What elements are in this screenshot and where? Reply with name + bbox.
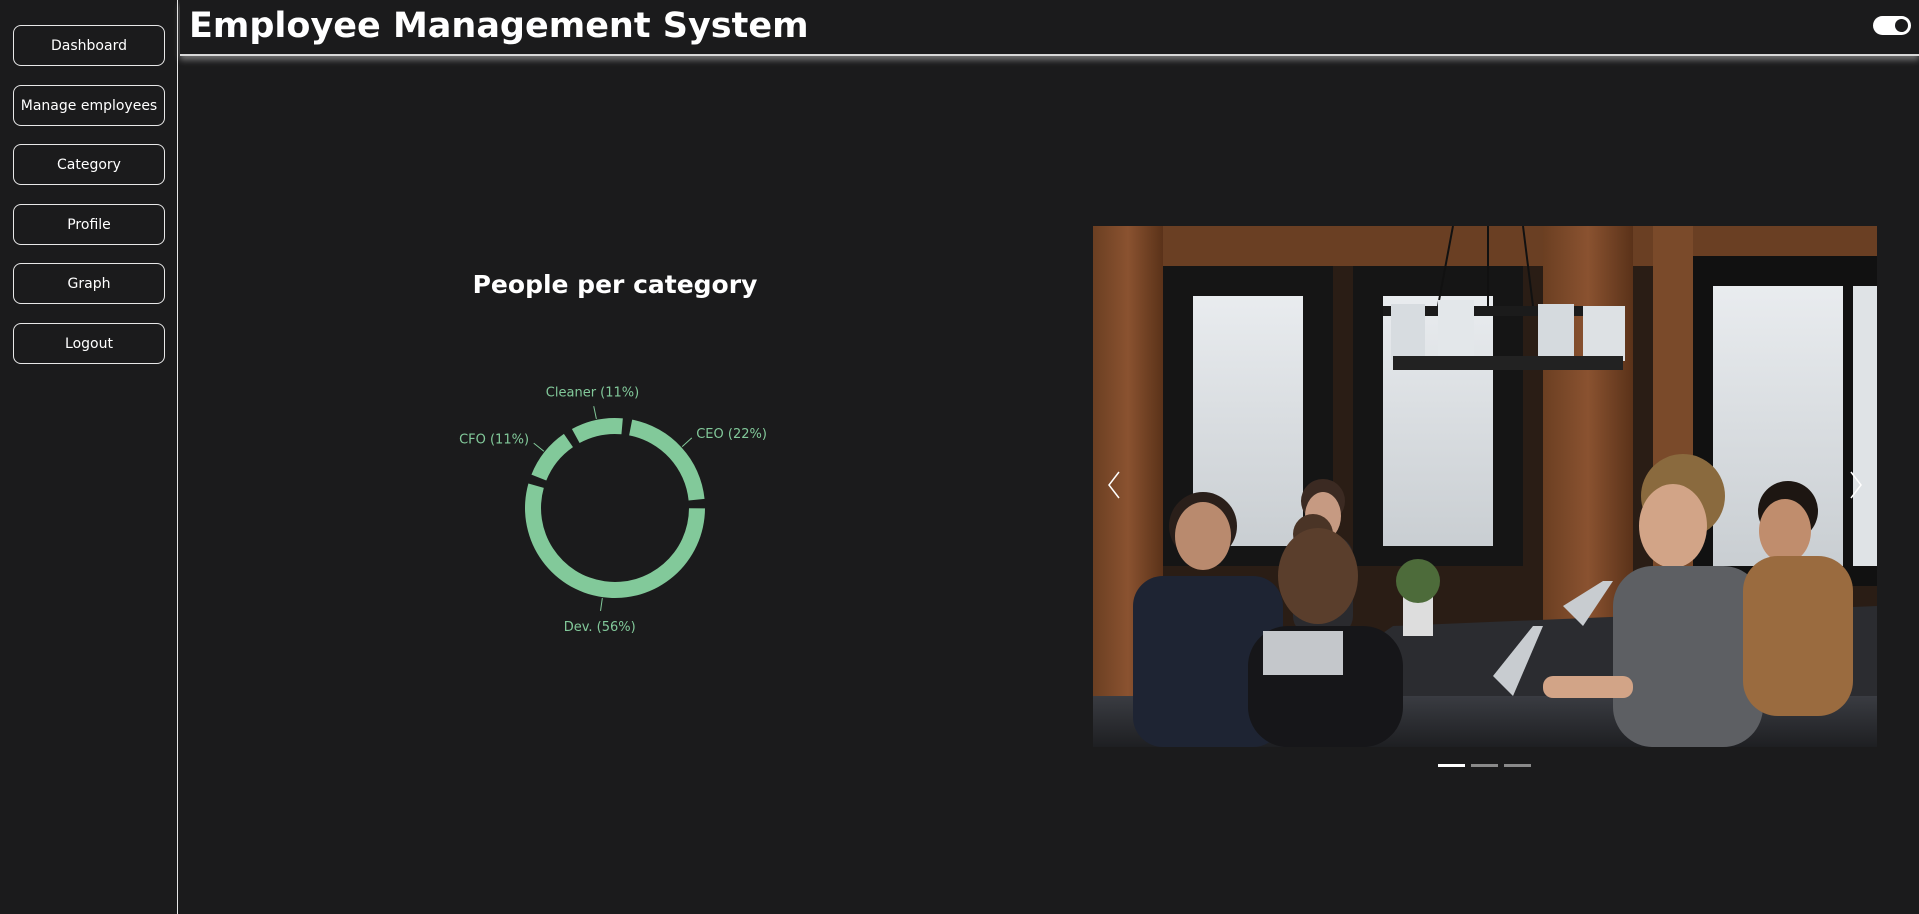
nav-graph-button[interactable]: Graph [13, 263, 165, 304]
theme-toggle[interactable] [1873, 16, 1911, 35]
nav-profile-button[interactable]: Profile [13, 204, 165, 245]
office-team-photo [1093, 226, 1877, 747]
pie-slice-cleaner[interactable] [571, 418, 623, 444]
slice-label-ceo: CEO (22%) [696, 427, 767, 442]
app-title: Employee Management System [189, 6, 809, 46]
donut-chart: CEO (22%) Dev. (56%) CFO (11%) Cleaner (11%… [459, 385, 767, 635]
label-leader-line [600, 598, 603, 612]
carousel-indicator-1[interactable] [1438, 764, 1465, 767]
image-carousel [1093, 226, 1877, 747]
toggle-switch-icon [1895, 19, 1908, 32]
slice-label-cleaner: Cleaner (11%) [546, 385, 639, 400]
label-leader-line [533, 442, 545, 452]
slice-label-dev: Dev. (56%) [564, 620, 636, 635]
nav-logout-button[interactable]: Logout [13, 323, 165, 364]
label-leader-line [681, 437, 693, 448]
carousel-prev-button[interactable] [1099, 460, 1129, 510]
slice-label-cfo: CFO (11%) [459, 432, 529, 447]
chevron-left-icon [1108, 471, 1120, 499]
pie-slice-cfo[interactable] [531, 433, 573, 481]
nav-category-button[interactable]: Category [13, 144, 165, 185]
app-header: Employee Management System [180, 0, 1919, 56]
nav-dashboard-button[interactable]: Dashboard [13, 25, 165, 66]
label-leader-line [593, 406, 597, 420]
pie-slice-ceo[interactable] [629, 419, 705, 501]
pie-slice-dev[interactable] [525, 483, 705, 598]
chevron-right-icon [1850, 471, 1862, 499]
carousel-next-button[interactable] [1841, 460, 1871, 510]
sidebar: Dashboard Manage employees Category Prof… [0, 0, 178, 914]
carousel-indicator-2[interactable] [1471, 764, 1498, 767]
nav-manage-employees-button[interactable]: Manage employees [13, 85, 165, 126]
chart-title: People per category [472, 270, 758, 299]
carousel-indicator-3[interactable] [1504, 764, 1531, 767]
